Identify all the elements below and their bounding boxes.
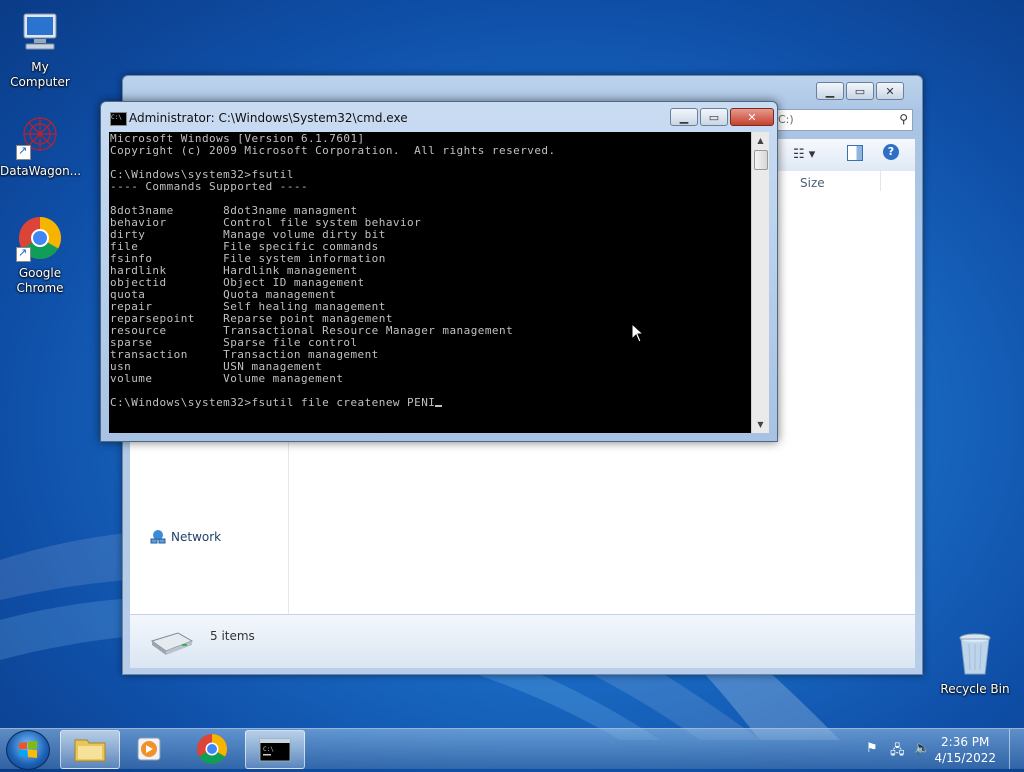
maximize-button[interactable]: ▭: [700, 108, 728, 126]
cmd-window-controls: ▁ ▭ ✕: [670, 108, 774, 126]
volume-icon[interactable]: 🔈: [914, 741, 930, 756]
chrome-icon: [197, 734, 228, 765]
nav-item-network[interactable]: Network: [150, 529, 221, 545]
cmd-window[interactable]: C:\ Administrator: C:\Windows\System32\c…: [100, 101, 778, 442]
console-line: Copyright (c) 2009 Microsoft Corporation…: [110, 144, 556, 157]
view-options-icon[interactable]: ☷ ▾: [793, 147, 815, 162]
mouse-pointer-icon: [631, 323, 645, 343]
taskbar-chrome[interactable]: [183, 730, 241, 767]
scroll-up-arrow-icon[interactable]: ▲: [752, 132, 769, 149]
clock[interactable]: 2:36 PM 4/15/2022: [934, 734, 996, 766]
search-text: C:): [778, 113, 794, 126]
search-icon: ⚲: [899, 112, 908, 126]
drive-icon: [150, 632, 194, 655]
desktop-icon-label: DataWagon...: [0, 164, 82, 178]
show-desktop-button[interactable]: [1009, 729, 1024, 769]
taskbar: C:\ ⚑ 🖧 🔈 2:36 PM 4/15/2022: [0, 728, 1024, 770]
folder-icon: [74, 739, 106, 762]
cmd-icon: C:\: [259, 738, 291, 762]
cmd-window-title: Administrator: C:\Windows\System32\cmd.e…: [129, 111, 408, 125]
taskbar-explorer[interactable]: [60, 730, 120, 769]
text-cursor: [435, 405, 443, 407]
console-text: Microsoft Windows [Version 6.1.7601] Cop…: [109, 132, 751, 409]
column-header-size[interactable]: Size: [800, 176, 825, 190]
explorer-window-controls: ▁ ▭ ✕: [816, 82, 904, 100]
column-divider: [880, 171, 881, 191]
maximize-button[interactable]: ▭: [846, 82, 874, 100]
search-input[interactable]: C:) ⚲: [773, 109, 913, 131]
chrome-icon: [16, 214, 64, 262]
scrollbar-thumb[interactable]: [754, 150, 768, 170]
computer-icon: [16, 8, 64, 56]
console-lines: Microsoft Windows [Version 6.1.7601] Cop…: [110, 132, 556, 385]
desktop-icon-my-computer[interactable]: My Computer: [0, 8, 80, 90]
preview-pane-icon[interactable]: [847, 145, 863, 161]
start-button[interactable]: [6, 730, 50, 770]
clock-date: 4/15/2022: [934, 751, 996, 765]
help-icon[interactable]: ?: [883, 144, 899, 160]
media-player-icon: [137, 737, 161, 761]
close-button[interactable]: ✕: [876, 82, 904, 100]
desktop-icon-google-chrome[interactable]: Google Chrome: [0, 214, 80, 296]
action-center-icon[interactable]: ⚑: [866, 741, 878, 756]
desktop-icon-recycle-bin[interactable]: Recycle Bin: [935, 630, 1015, 697]
explorer-status-bar: 5 items: [130, 614, 915, 668]
clock-time: 2:36 PM: [941, 735, 990, 749]
network-icon: [150, 530, 166, 544]
network-icon[interactable]: 🖧: [890, 741, 905, 763]
taskbar-cmd[interactable]: C:\: [245, 730, 305, 769]
svg-text:C:\: C:\: [263, 746, 274, 753]
desktop-icon-datawagon[interactable]: DataWagon...: [0, 112, 82, 179]
shortcut-arrow-icon: [16, 245, 31, 262]
nav-item-label: Network: [171, 530, 222, 544]
console-line: volume Volume management: [110, 372, 344, 385]
console-scrollbar[interactable]: ▲ ▼: [751, 132, 769, 433]
console-line: ---- Commands Supported ----: [110, 180, 309, 193]
status-item-count: 5 items: [210, 629, 255, 643]
desktop-icon-label: My Computer: [10, 60, 70, 89]
cmd-icon: C:\: [110, 112, 127, 126]
shortcut-arrow-icon: [16, 143, 31, 160]
desktop-icon-label: Google Chrome: [16, 266, 64, 295]
minimize-button[interactable]: ▁: [816, 82, 844, 100]
console-output[interactable]: Microsoft Windows [Version 6.1.7601] Cop…: [109, 132, 751, 433]
close-button[interactable]: ✕: [730, 108, 774, 126]
column-header-label: Size: [800, 176, 825, 190]
windows-logo-icon: [19, 741, 37, 758]
datawagon-icon: [16, 112, 64, 160]
desktop-icon-label: Recycle Bin: [940, 682, 1010, 696]
scroll-down-arrow-icon[interactable]: ▼: [752, 416, 769, 433]
minimize-button[interactable]: ▁: [670, 108, 698, 126]
taskbar-media-player[interactable]: [121, 730, 179, 767]
recycle-bin-icon: [951, 630, 999, 678]
console-prompt-line: C:\Windows\system32>fsutil file createne…: [110, 396, 436, 409]
